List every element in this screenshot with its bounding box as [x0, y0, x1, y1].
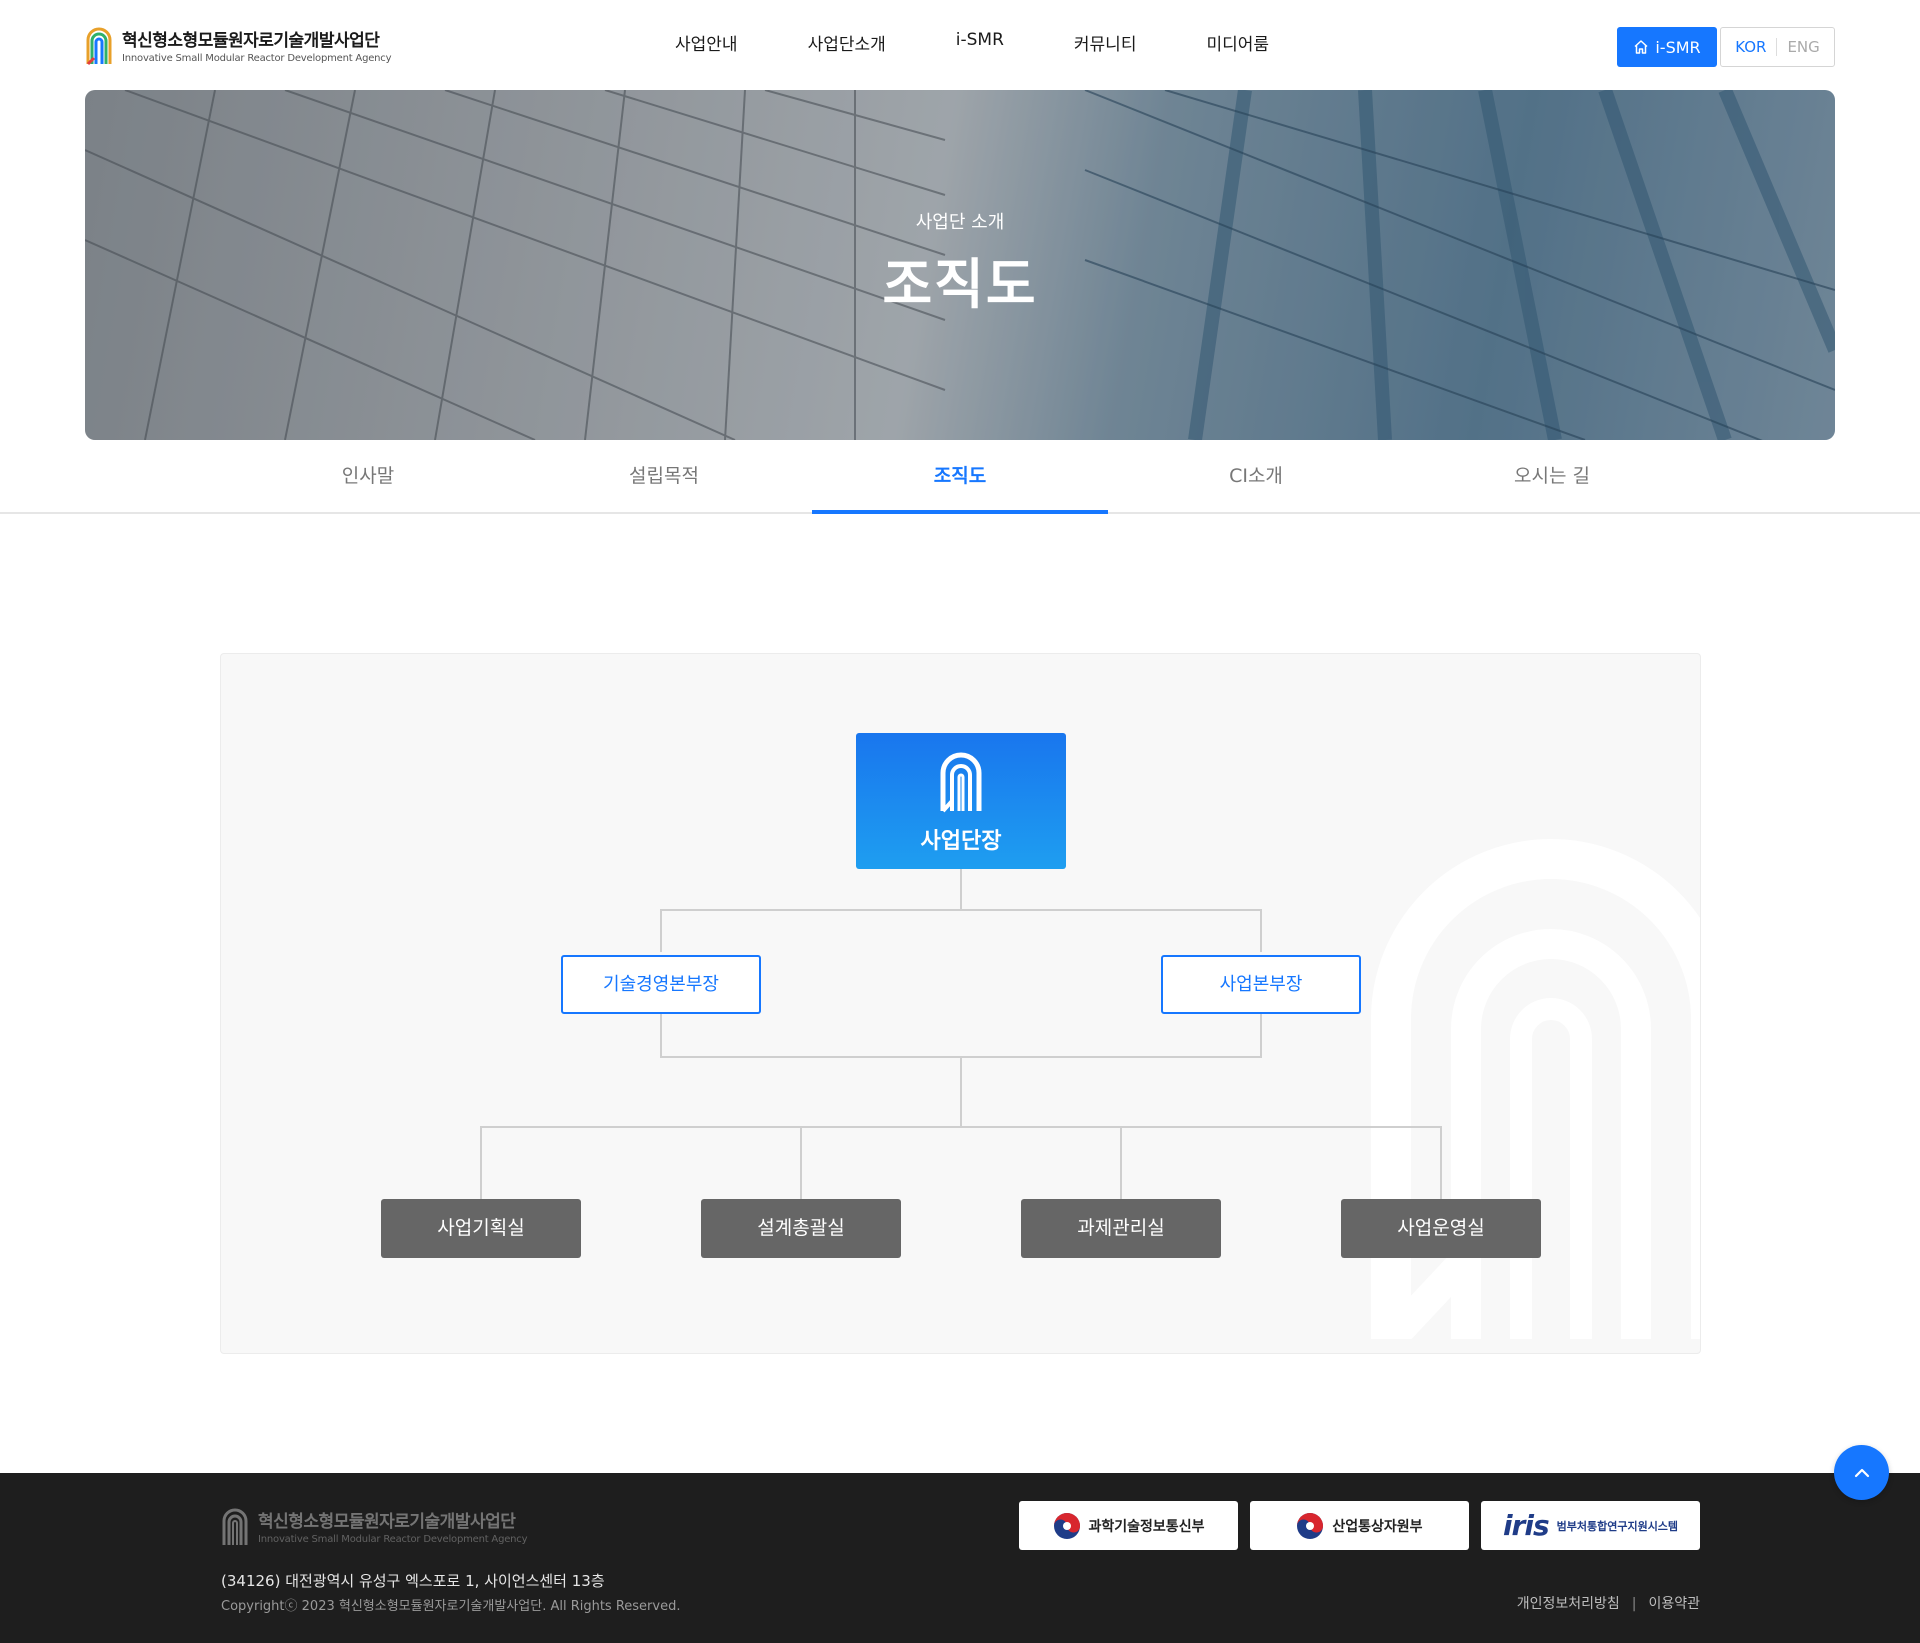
logo-title: 혁신형소형모듈원자로기술개발사업단 — [122, 31, 380, 51]
family-site-motie-label: 산업통상자원부 — [1332, 1518, 1423, 1535]
ismr-home-button[interactable]: i-SMR — [1617, 27, 1717, 67]
page-title: 조직도 — [882, 253, 1038, 316]
nav-media-room[interactable]: 미디어룸 — [1171, 30, 1304, 55]
footer-links: 개인정보처리방침 | 이용약관 — [1516, 1596, 1700, 1612]
org-node-operations[interactable]: 사업운영실 — [1341, 1199, 1541, 1258]
sub-tabs: 인사말 설립목적 조직도 CI소개 오시는 길 — [0, 440, 1920, 514]
footer-copyright: Copyrightⓒ 2023 혁신형소형모듈원자로기술개발사업단. All R… — [221, 1599, 681, 1614]
chevron-up-icon — [1854, 1468, 1869, 1477]
nav-agency-intro[interactable]: 사업단소개 — [773, 30, 921, 55]
logo-mark-icon — [86, 27, 112, 66]
nav-business-guide[interactable]: 사업안내 — [640, 30, 773, 55]
family-site-msit[interactable]: 과학기술정보통신부 — [1019, 1501, 1238, 1550]
org-node-tech-mgmt[interactable]: 기술경영본부장 — [561, 955, 761, 1014]
tab-organization[interactable]: 조직도 — [812, 440, 1108, 514]
agency-logo-icon — [940, 752, 982, 813]
org-node-planning[interactable]: 사업기획실 — [381, 1199, 581, 1258]
terms-link[interactable]: 이용약관 — [1648, 1596, 1700, 1612]
header-utilities: i-SMR KOR ENG — [1617, 27, 1835, 67]
tab-purpose[interactable]: 설립목적 — [516, 440, 812, 512]
ismr-button-label: i-SMR — [1655, 37, 1701, 57]
tab-ci[interactable]: CI소개 — [1108, 440, 1404, 512]
tab-directions[interactable]: 오시는 길 — [1404, 440, 1700, 512]
hero-subtitle: 사업단 소개 — [915, 212, 1005, 233]
nav-community[interactable]: 커뮤니티 — [1039, 30, 1172, 55]
org-node-head[interactable]: 사업단장 — [856, 733, 1066, 869]
footer-address: (34126) 대전광역시 유성구 엑스포로 1, 사이언스센터 13층 — [221, 1572, 605, 1590]
government-emblem-icon — [1053, 1512, 1080, 1539]
org-chart: 사업단장 기술경영본부장 사업본부장 사업기획실 설계총괄실 과제관리실 사업운… — [220, 653, 1701, 1354]
org-head-label: 사업단장 — [920, 829, 1002, 854]
logo-watermark-icon — [1371, 839, 1700, 1339]
scroll-top-button[interactable] — [1834, 1445, 1889, 1500]
lang-kor-link[interactable]: KOR — [1735, 38, 1778, 56]
iris-subtitle: 범부처통합연구지원시스템 — [1556, 1519, 1679, 1533]
home-icon — [1634, 40, 1648, 54]
site-logo[interactable]: 혁신형소형모듈원자로기술개발사업단 Innovative Small Modul… — [84, 24, 392, 66]
footer-logo-title: 혁신형소형모듈원자로기술개발사업단 — [258, 1512, 516, 1532]
site-header: 혁신형소형모듈원자로기술개발사업단 Innovative Small Modul… — [0, 0, 1920, 90]
government-emblem-icon — [1297, 1512, 1324, 1539]
org-node-design[interactable]: 설계총괄실 — [701, 1199, 901, 1258]
privacy-policy-link[interactable]: 개인정보처리방침 — [1517, 1596, 1620, 1612]
footer-logo: 혁신형소형모듈원자로기술개발사업단 Innovative Small Modul… — [220, 1505, 528, 1547]
logo-subtitle: Innovative Small Modular Reactor Develop… — [122, 53, 392, 64]
family-site-iris[interactable]: iris 범부처통합연구지원시스템 — [1481, 1501, 1700, 1550]
main-nav: 사업안내 사업단소개 i-SMR 커뮤니티 미디어룸 — [640, 30, 1304, 55]
footer-logo-mark-icon — [222, 1508, 248, 1545]
lang-eng-link[interactable]: ENG — [1777, 38, 1819, 56]
family-site-msit-label: 과학기술정보통신부 — [1088, 1518, 1205, 1535]
tab-greeting[interactable]: 인사말 — [220, 440, 516, 512]
org-node-project-mgmt[interactable]: 과제관리실 — [1021, 1199, 1221, 1258]
org-node-business[interactable]: 사업본부장 — [1161, 955, 1361, 1014]
iris-logo: iris — [1502, 1509, 1550, 1542]
site-footer: 혁신형소형모듈원자로기술개발사업단 Innovative Small Modul… — [0, 1473, 1920, 1643]
nav-ismr[interactable]: i-SMR — [921, 30, 1039, 55]
footer-logo-subtitle: Innovative Small Modular Reactor Develop… — [258, 1534, 528, 1545]
family-site-motie[interactable]: 산업통상자원부 — [1250, 1501, 1469, 1550]
hero-banner: 사업단 소개 조직도 — [85, 90, 1835, 440]
language-switcher: KOR ENG — [1720, 27, 1835, 67]
